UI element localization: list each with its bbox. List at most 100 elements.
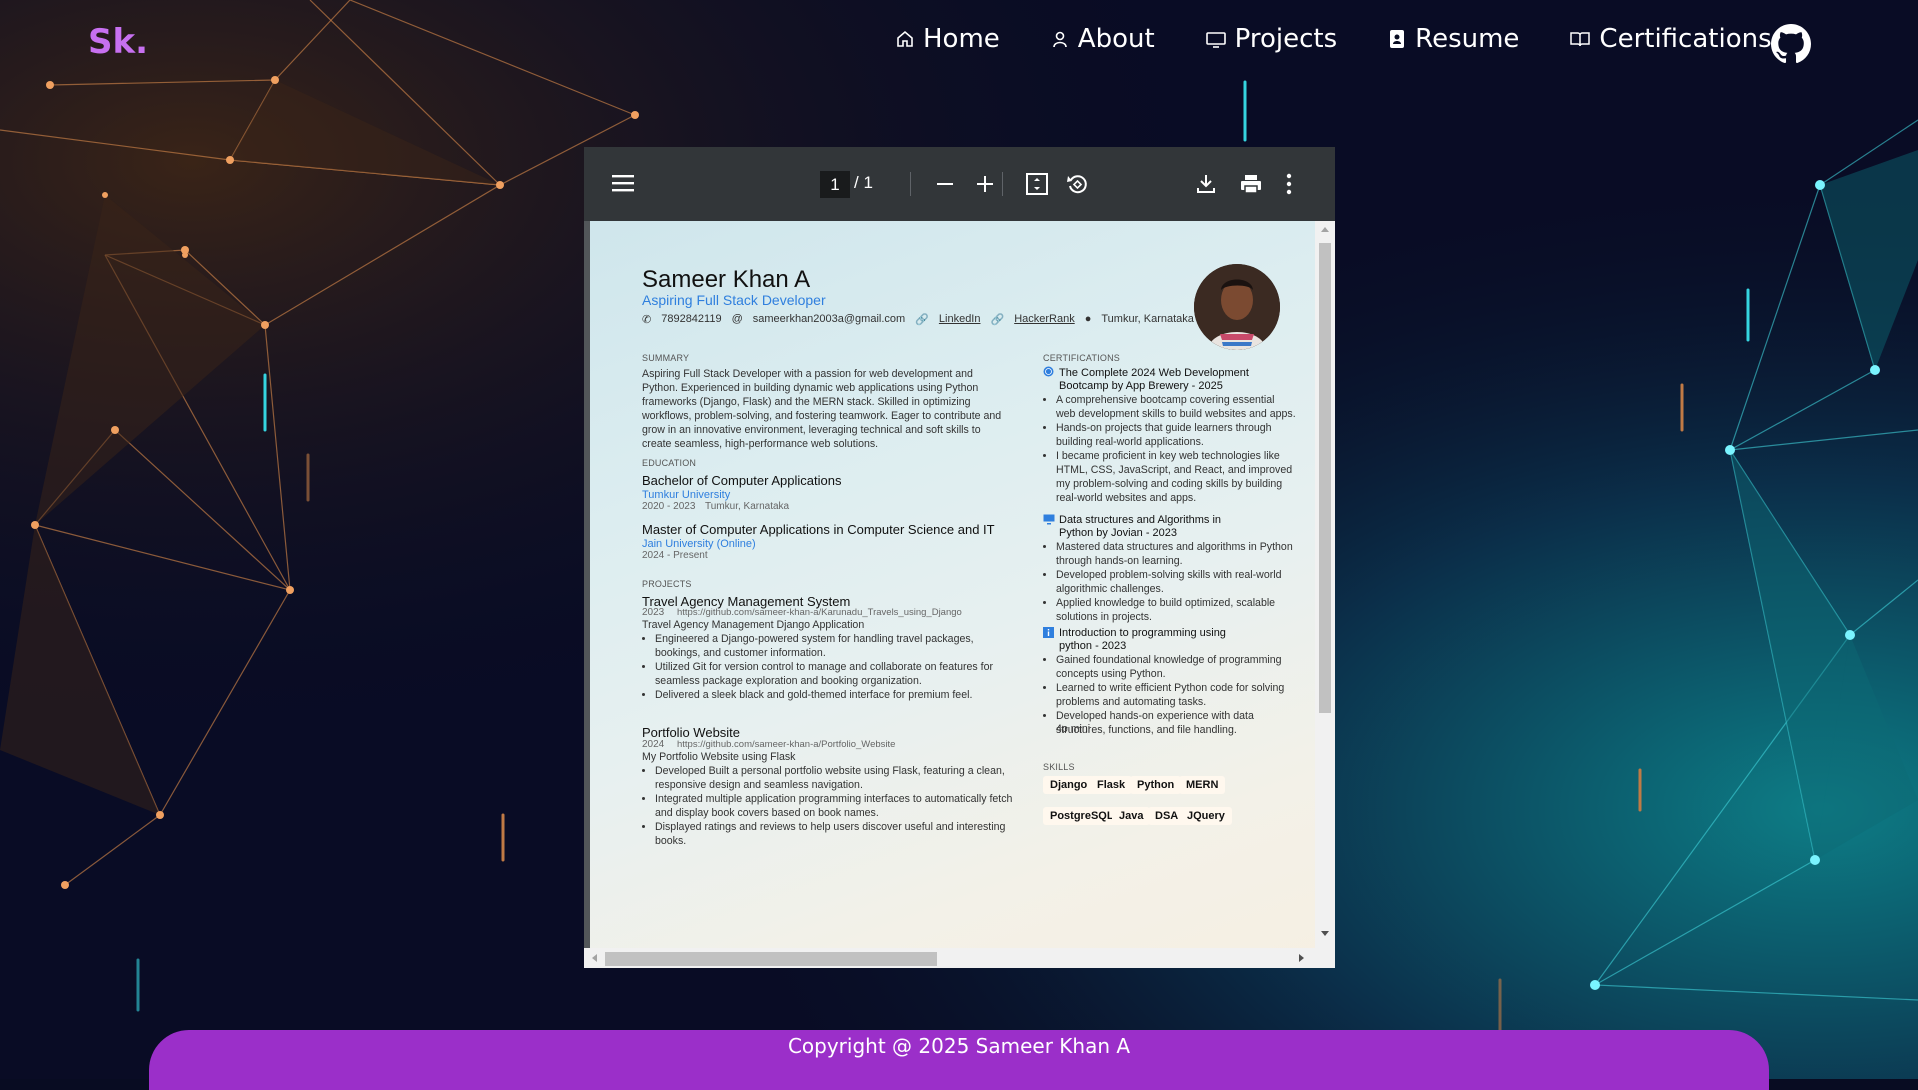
resume-contacts: ✆ 7892842119 @ sameerkhan2003a@gmail.com 🔗…	[642, 313, 1204, 326]
skill-chip: Flask	[1090, 776, 1133, 794]
skill-chip: PostgreSQL	[1043, 807, 1121, 825]
more-options-icon[interactable]	[1286, 173, 1292, 195]
list-item: Integrated multiple application programm…	[655, 792, 1015, 820]
list-item: Displayed ratings and reviews to help us…	[655, 820, 1015, 848]
project2-year: 2024	[642, 739, 665, 750]
page-number-input[interactable]: 1	[820, 171, 850, 198]
list-item: Gained foundational knowledge of program…	[1056, 653, 1296, 681]
list-item: Utilized Git for version control to mana…	[655, 660, 1015, 688]
resume-page: Sameer Khan A Aspiring Full Stack Develo…	[590, 221, 1315, 948]
certifications-heading: CERTIFICATIONS	[1043, 353, 1120, 363]
list-item: Developed hands-on experience with data …	[1056, 709, 1296, 737]
resume-location: Tumkur, Karnataka	[1101, 313, 1194, 325]
resume-linkedin-link[interactable]: LinkedIn	[939, 313, 981, 326]
scroll-up-arrow-icon[interactable]	[1320, 225, 1330, 233]
toolbar-divider	[1002, 172, 1003, 196]
project1-subtitle: Travel Agency Management Django Applicat…	[642, 619, 865, 631]
scroll-right-arrow-icon[interactable]	[1298, 953, 1306, 963]
vertical-scroll-thumb[interactable]	[1319, 243, 1331, 713]
edu2-years: 2024 - Present	[642, 550, 708, 561]
skill-chip: MERN	[1179, 776, 1226, 794]
project2-url[interactable]: https://github.com/sameer-khan-a/Portfol…	[677, 739, 895, 750]
projects-heading: PROJECTS	[642, 579, 692, 589]
list-item: A comprehensive bootcamp covering essent…	[1056, 393, 1296, 421]
skill-chip: Django	[1043, 776, 1095, 794]
nav-home[interactable]: Home	[895, 24, 1000, 54]
cert2-bullets: Mastered data structures and algorithms …	[1043, 540, 1296, 624]
nav-certifications-label: Certifications	[1599, 24, 1772, 54]
nav-projects-label: Projects	[1234, 24, 1338, 54]
scroll-left-arrow-icon[interactable]	[590, 953, 598, 963]
globe-icon	[1043, 366, 1054, 377]
phone-icon: ✆	[642, 314, 652, 326]
link-icon: 🔗	[915, 314, 929, 326]
toolbar-divider	[910, 172, 911, 196]
resume-role: Aspiring Full Stack Developer	[642, 292, 826, 308]
list-item: I became proficient in key web technolog…	[1056, 449, 1296, 505]
list-item: Applied knowledge to build optimized, sc…	[1056, 596, 1296, 624]
cert3-extra-note: 4o mini	[1056, 723, 1091, 735]
edu1-years: 2020 - 2023	[642, 501, 696, 512]
nav-resume[interactable]: Resume	[1387, 24, 1519, 54]
nav-resume-label: Resume	[1415, 24, 1520, 54]
cert3-title: Introduction to programming using python…	[1059, 627, 1226, 652]
home-icon	[897, 30, 913, 47]
profile-photo	[1194, 264, 1280, 350]
project1-url[interactable]: https://github.com/sameer-khan-a/Karunad…	[677, 607, 962, 618]
list-item: Mastered data structures and algorithms …	[1056, 540, 1296, 568]
resume-phone: 7892842119	[661, 313, 722, 325]
download-icon[interactable]	[1196, 173, 1216, 195]
project2-title: Portfolio Website	[642, 725, 741, 740]
rotate-icon[interactable]	[1066, 173, 1088, 195]
edu2-degree: Master of Computer Applications in Compu…	[642, 522, 995, 537]
project1-bullets: Engineered a Django-powered system for h…	[642, 632, 1015, 702]
main-nav: Home About Projects Resume Certification…	[895, 24, 1822, 54]
print-icon[interactable]	[1240, 173, 1262, 195]
edu2-school: Jain University (Online)	[642, 538, 756, 550]
summary-heading: SUMMARY	[642, 353, 690, 363]
list-item: Learned to write efficient Python code f…	[1056, 681, 1296, 709]
pdf-document-area[interactable]: Sameer Khan A Aspiring Full Stack Develo…	[590, 221, 1315, 948]
nav-projects[interactable]: Projects	[1205, 24, 1338, 54]
nav-about-label: About	[1077, 24, 1155, 54]
summary-text: Aspiring Full Stack Developer with a pas…	[642, 368, 1002, 450]
horizontal-scroll-thumb[interactable]	[605, 952, 937, 966]
brand-logo[interactable]: Sk.	[88, 22, 148, 62]
github-icon[interactable]	[1771, 24, 1811, 64]
nav-certifications[interactable]: Certifications	[1569, 24, 1772, 54]
list-item: Developed problem-solving skills with re…	[1056, 568, 1296, 596]
list-item: Engineered a Django-powered system for h…	[655, 632, 1015, 660]
resume-hackerrank-link[interactable]: HackerRank	[1014, 313, 1075, 326]
menu-icon[interactable]	[612, 173, 634, 193]
pdf-viewer: 1 / 1 Sameer Khan A Aspiring Full Stack …	[584, 147, 1335, 968]
at-icon: @	[731, 313, 743, 325]
fit-page-icon[interactable]	[1026, 173, 1048, 195]
monitor-icon	[1043, 514, 1055, 525]
project2-bullets: Developed Built a personal portfolio web…	[642, 764, 1015, 848]
edu1-degree: Bachelor of Computer Applications	[642, 473, 842, 488]
nav-home-label: Home	[923, 24, 1000, 54]
location-pin-icon: ●	[1084, 313, 1092, 325]
monitor-icon	[1205, 32, 1226, 48]
edu1-school: Tumkur University	[642, 489, 731, 501]
cert2-title: Data structures and Algorithms in Python…	[1059, 514, 1222, 539]
page-total: / 1	[854, 173, 873, 192]
skill-chip: JQuery	[1180, 807, 1232, 825]
footer-copyright: Copyright @ 2025 Sameer Khan A	[787, 1034, 1131, 1058]
zoom-in-icon[interactable]	[976, 175, 994, 193]
nav-about[interactable]: About	[1050, 24, 1155, 54]
list-item: Hands-on projects that guide learners th…	[1056, 421, 1296, 449]
person-icon	[1052, 31, 1067, 48]
zoom-out-icon[interactable]	[936, 175, 954, 193]
book-icon	[1570, 32, 1591, 47]
scroll-down-arrow-icon[interactable]	[1320, 930, 1330, 938]
resume-email[interactable]: sameerkhan2003a@gmail.com	[753, 313, 905, 326]
project2-subtitle: My Portfolio Website using Flask	[642, 751, 796, 763]
project1-year: 2023	[642, 607, 665, 618]
skill-chip: Java	[1112, 807, 1151, 825]
list-item: Developed Built a personal portfolio web…	[655, 764, 1015, 792]
education-heading: EDUCATION	[642, 458, 697, 468]
link-icon: 🔗	[990, 314, 1005, 326]
edu1-place: Tumkur, Karnataka	[705, 501, 790, 512]
skills-heading: SKILLS	[1043, 762, 1075, 772]
